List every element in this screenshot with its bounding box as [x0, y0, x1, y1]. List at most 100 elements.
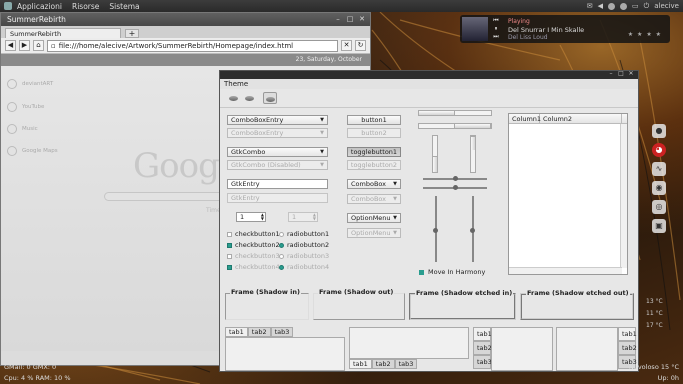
slider-knob[interactable]	[453, 176, 458, 181]
checkbutton4: checkbutton4	[227, 263, 280, 271]
close-icon[interactable]: ✕	[628, 71, 634, 77]
url-bar[interactable]: ▫ file:///home/alecive/Artwork/SummerReb…	[47, 39, 338, 52]
sync-icon[interactable]	[608, 2, 616, 10]
tab-2[interactable]: tab2	[473, 341, 492, 355]
tab-1[interactable]: tab1	[618, 327, 637, 341]
side-link-deviantart[interactable]: deviantART	[7, 79, 53, 89]
checkbutton1[interactable]: checkbutton1	[227, 230, 280, 238]
cpu-ram-status: Cpu: 4 % RAM: 10 %	[4, 374, 71, 382]
move-in-harmony-check[interactable]: Move In Harmony	[419, 268, 485, 276]
chevron-down-icon: ▼	[393, 215, 397, 221]
progress-bar-1	[418, 110, 492, 116]
menu-risorse[interactable]: Risorse	[67, 2, 104, 11]
new-tab-button[interactable]: +	[125, 29, 139, 38]
user-name[interactable]: alecive	[654, 2, 679, 10]
gtkcombo[interactable]: GtkCombo ▼	[227, 147, 328, 157]
mail-status[interactable]: GMail: 0 GMX: 0	[4, 363, 56, 371]
tab-1[interactable]: tab1	[473, 327, 492, 341]
side-link-music[interactable]: Music	[7, 124, 38, 134]
home-icon[interactable]: ⌂	[33, 40, 44, 51]
reload-icon[interactable]: ↻	[355, 40, 366, 51]
chevron-down-icon: ▼	[320, 130, 324, 136]
terminal-icon[interactable]: ▣	[652, 219, 666, 233]
toolbar-button-3[interactable]	[263, 92, 277, 104]
combobox[interactable]: ComboBox ▼	[347, 179, 401, 189]
minimize-icon[interactable]: –	[334, 15, 342, 23]
toolbar-button-2[interactable]	[242, 92, 256, 104]
browser-tab[interactable]: SummerRebirth	[5, 28, 121, 38]
tomato-app-icon[interactable]: ●	[652, 124, 666, 138]
google-search-input[interactable]	[104, 192, 224, 201]
slider-knob[interactable]	[470, 228, 475, 233]
tab-1[interactable]: tab1	[225, 327, 248, 337]
stop-icon[interactable]: ✕	[341, 40, 352, 51]
music-icon	[7, 124, 17, 134]
column-header-1[interactable]: Column1	[509, 114, 541, 123]
volume-icon[interactable]: ◀	[598, 2, 603, 10]
radiobutton1[interactable]: radiobutton1	[279, 230, 329, 238]
spin-arrows-icon[interactable]: ▲ ▼	[261, 213, 264, 221]
top-panel: Applicazioni Risorse Sistema ✉ ◀ ▭ ⏻ ale…	[0, 0, 683, 12]
tab-3[interactable]: tab3	[270, 327, 294, 337]
side-link-label: YouTube	[22, 104, 45, 110]
minimize-icon[interactable]: –	[608, 71, 614, 77]
side-link-youtube[interactable]: YouTube	[7, 102, 44, 112]
wireless-icon[interactable]: ◉	[652, 181, 666, 195]
maximize-icon[interactable]: □	[346, 15, 354, 23]
side-link-maps[interactable]: Google Maps	[7, 146, 58, 156]
frame-label: Frame (Shadow etched out)	[526, 289, 630, 297]
back-icon[interactable]: ◀	[5, 40, 16, 51]
menu-applicazioni[interactable]: Applicazioni	[12, 2, 67, 11]
tab-2[interactable]: tab2	[618, 341, 637, 355]
check-label: checkbutton3	[235, 252, 280, 260]
spinbutton[interactable]: 1 ▲ ▼	[236, 212, 266, 222]
button1[interactable]: button1	[347, 115, 401, 125]
vertical-scrollbar[interactable]	[620, 124, 627, 268]
firefox-icon[interactable]: ◎	[652, 200, 666, 214]
hscale-2[interactable]	[423, 185, 487, 190]
checkbutton2[interactable]: checkbutton2	[227, 241, 280, 249]
close-icon[interactable]: ✕	[358, 15, 366, 23]
horizontal-scrollbar[interactable]	[509, 267, 622, 274]
rating-stars[interactable]: ★ ★ ★ ★	[628, 31, 662, 38]
menu-sistema[interactable]: Sistema	[104, 2, 144, 11]
frame-label: Frame (Shadow etched in)	[415, 289, 514, 297]
togglebutton1[interactable]: togglebutton1	[347, 147, 401, 157]
slider-knob[interactable]	[453, 185, 458, 190]
vscale-2[interactable]	[470, 196, 475, 262]
forward-icon[interactable]: ▶	[19, 40, 30, 51]
optionmenu[interactable]: OptionMenu ▼	[347, 213, 401, 223]
column-header-2[interactable]: Column2	[540, 114, 622, 123]
temp-2: 11 °C	[646, 310, 663, 317]
pause-icon[interactable]: ⏸	[490, 25, 502, 33]
slider-knob[interactable]	[433, 228, 438, 233]
battery-icon[interactable]: ▭	[632, 2, 639, 10]
hscale-1[interactable]	[423, 176, 487, 181]
radio	[279, 264, 284, 270]
wifi-icon[interactable]	[620, 2, 628, 10]
toolbar-button-1[interactable]	[226, 92, 240, 104]
maximize-icon[interactable]: □	[618, 71, 624, 77]
temp-1: 13 °C	[646, 298, 663, 305]
power-icon[interactable]: ⏻	[644, 2, 650, 11]
activity-monitor-icon[interactable]: ∿	[652, 162, 666, 176]
menu-theme[interactable]: Theme	[224, 80, 248, 88]
previous-icon[interactable]: ⏮	[490, 17, 502, 25]
vodafone-icon[interactable]: ◕	[652, 143, 666, 157]
radiobutton2[interactable]: radiobutton2	[279, 241, 329, 249]
tab-2[interactable]: tab2	[247, 327, 271, 337]
applications-icon[interactable]	[4, 2, 12, 10]
window-title: SummerRebirth	[7, 15, 66, 24]
vscale-1[interactable]	[433, 196, 438, 262]
theme-titlebar[interactable]: – □ ✕	[220, 71, 638, 79]
tree-view[interactable]: Column1 Column2	[508, 113, 628, 275]
progress-fill	[471, 136, 475, 151]
comboboxentry[interactable]: ComboBoxEntry ▼	[227, 115, 328, 125]
next-icon[interactable]: ⏭	[490, 33, 502, 41]
progress-fill	[453, 124, 491, 128]
network-icon[interactable]: ✉	[587, 2, 593, 10]
right-dock: ● ◕ ∿ ◉ ◎ ▣	[646, 124, 672, 233]
gtkentry[interactable]: GtkEntry	[227, 179, 328, 189]
browser-tab-label: SummerRebirth	[10, 29, 62, 38]
browser-titlebar[interactable]: SummerRebirth – □ ✕	[1, 13, 370, 26]
